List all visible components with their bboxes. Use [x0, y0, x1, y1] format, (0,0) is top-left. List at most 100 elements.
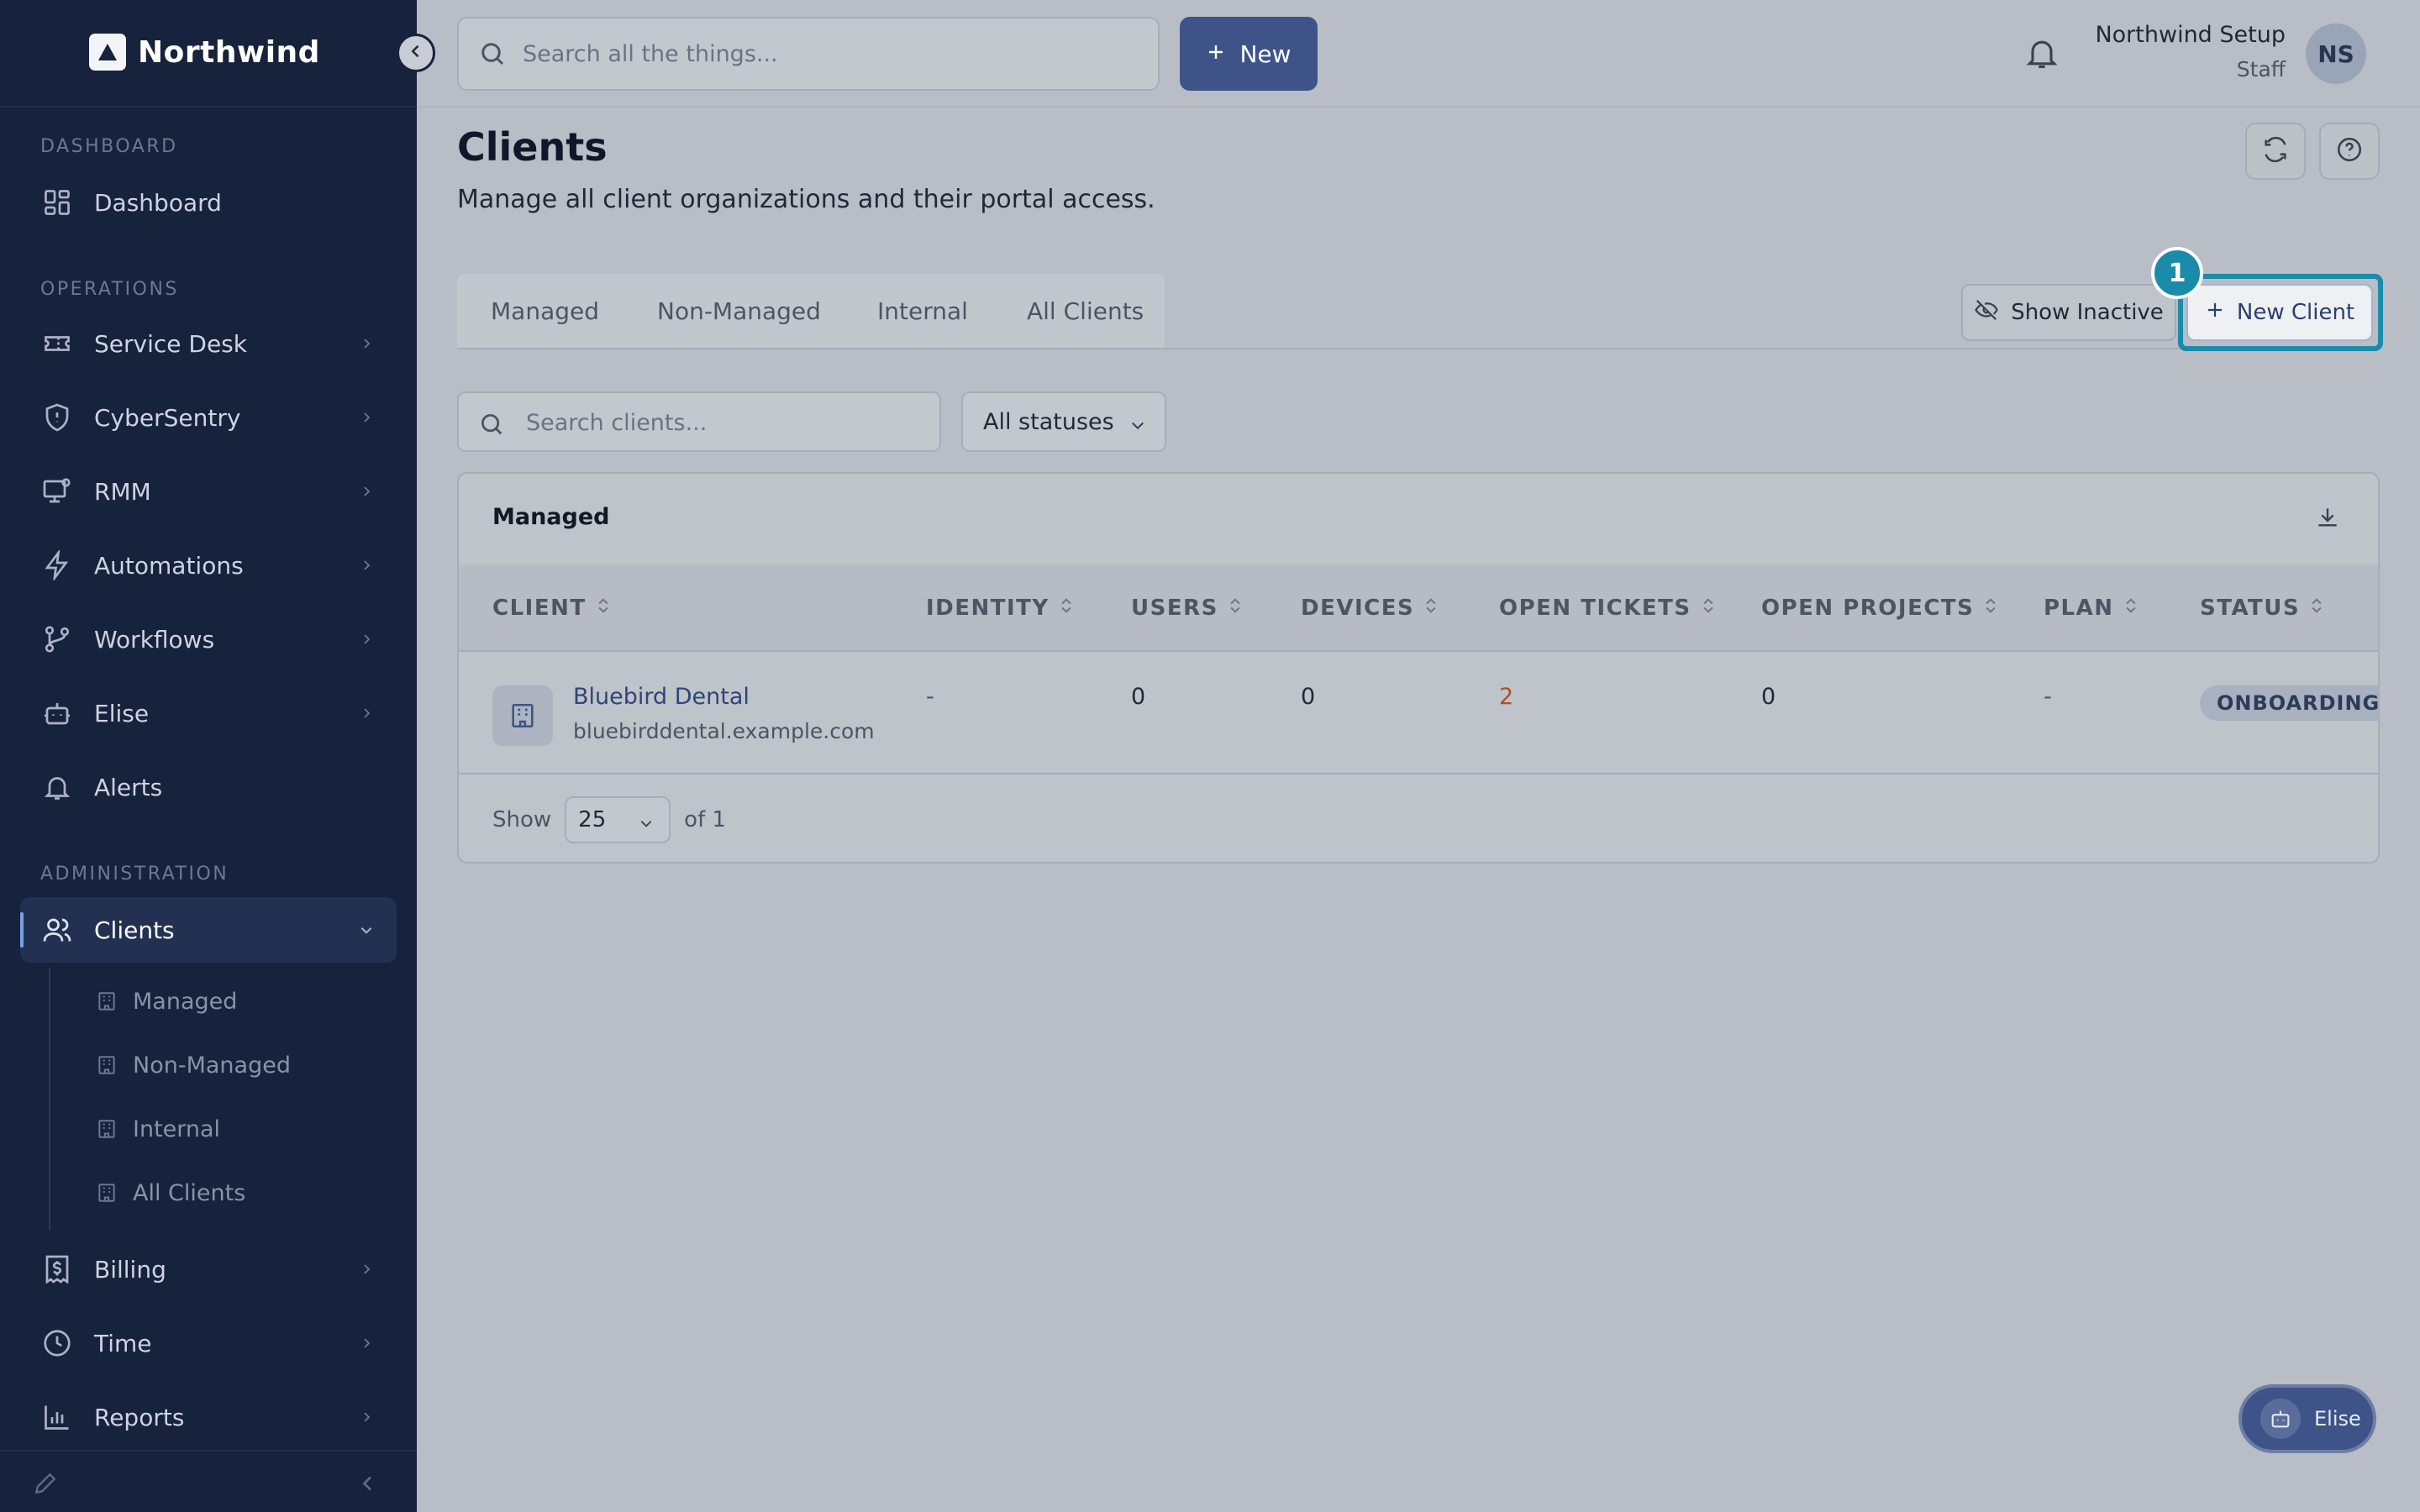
- column-header-devices[interactable]: DEVICES: [1301, 564, 1438, 652]
- refresh-button[interactable]: [2245, 123, 2306, 180]
- sidebar-item-label: Reports: [94, 1403, 185, 1431]
- git-branch-icon: [40, 622, 74, 656]
- sidebar-subitem-all-clients[interactable]: All Clients: [94, 1168, 245, 1218]
- brand[interactable]: Northwind: [89, 34, 320, 71]
- submenu-guide-line: [49, 968, 50, 1230]
- bar-chart-icon: [40, 1400, 74, 1434]
- column-label: STATUS: [2200, 596, 2301, 621]
- sidebar-item-time[interactable]: Time: [20, 1310, 397, 1376]
- client-search[interactable]: [457, 391, 941, 452]
- column-header-status[interactable]: STATUS: [2200, 564, 2323, 652]
- chevron-right-icon: [356, 1259, 376, 1279]
- search-icon: [477, 410, 506, 442]
- sidebar-subitem-non-managed[interactable]: Non-Managed: [94, 1040, 291, 1090]
- page-size-select[interactable]: 25: [565, 796, 671, 843]
- sidebar-item-alerts[interactable]: Alerts: [20, 754, 397, 820]
- sidebar-subitem-label: Managed: [133, 988, 238, 1015]
- tab-all-clients[interactable]: All Clients: [1027, 274, 1144, 348]
- monitor-icon: [40, 475, 74, 508]
- sidebar-item-rmm[interactable]: RMM: [20, 459, 397, 524]
- column-header-users[interactable]: USERS: [1131, 564, 1242, 652]
- column-header-open-tickets[interactable]: OPEN TICKETS: [1499, 564, 1715, 652]
- chevron-right-icon: [356, 1333, 376, 1353]
- sort-icon: [597, 596, 610, 621]
- bell-icon: [40, 770, 74, 804]
- collapse-sidebar-icon[interactable]: [358, 1473, 378, 1497]
- sidebar-item-label: Elise: [94, 699, 150, 727]
- sidebar-item-cybersentry[interactable]: CyberSentry: [20, 385, 397, 450]
- column-label: OPEN PROJECTS: [1761, 596, 1975, 621]
- new-client-button[interactable]: New Client: [2186, 284, 2373, 341]
- client-search-input[interactable]: [526, 407, 921, 438]
- sidebar-item-elise[interactable]: Elise: [20, 680, 397, 746]
- sidebar-item-reports[interactable]: Reports: [20, 1384, 397, 1450]
- client-name-link[interactable]: Bluebird Dental: [573, 684, 750, 710]
- refresh-icon: [2261, 135, 2290, 167]
- pencil-icon[interactable]: [32, 1470, 59, 1500]
- northwind-logo-icon: [89, 34, 126, 71]
- tab-non-managed[interactable]: Non-Managed: [657, 274, 821, 348]
- page-size-value: 25: [578, 807, 607, 832]
- column-label: OPEN TICKETS: [1499, 596, 1691, 621]
- status-badge: ONBOARDING: [2200, 685, 2378, 721]
- show-inactive-button[interactable]: Show Inactive: [1961, 284, 2176, 341]
- sidebar-item-label: Automations: [94, 551, 244, 580]
- tab-internal[interactable]: Internal: [877, 274, 968, 348]
- global-search[interactable]: [457, 17, 1160, 91]
- sidebar-item-clients[interactable]: Clients: [20, 897, 397, 963]
- tab-managed[interactable]: Managed: [491, 274, 599, 348]
- sidebar-item-dashboard[interactable]: Dashboard: [20, 170, 397, 235]
- sidebar-item-label: Workflows: [94, 625, 215, 654]
- elise-assistant-button[interactable]: Elise: [2238, 1384, 2376, 1453]
- sidebar-item-billing[interactable]: Billing: [20, 1236, 397, 1302]
- clients-table-card: Managed CLIENT IDENTITY USERS DEVICES OP…: [457, 472, 2380, 864]
- column-header-plan[interactable]: PLAN: [2044, 564, 2138, 652]
- column-header-open-projects[interactable]: OPEN PROJECTS: [1761, 564, 1997, 652]
- shield-icon: [40, 401, 74, 434]
- pagination: Show 25 of 1: [492, 796, 726, 843]
- sort-icon: [2310, 596, 2323, 621]
- lightning-icon: [40, 549, 74, 582]
- help-button[interactable]: [2319, 123, 2380, 180]
- eye-off-icon: [1974, 297, 1999, 328]
- robot-icon: [40, 696, 74, 730]
- new-button-label: New: [1239, 39, 1292, 68]
- chevron-right-icon: [356, 333, 376, 354]
- sidebar-subitem-managed[interactable]: Managed: [94, 976, 237, 1026]
- notifications-bell-icon[interactable]: [2023, 34, 2060, 76]
- user-name: Northwind Setup: [2095, 22, 2286, 48]
- cell-open-tickets[interactable]: 2: [1499, 684, 1513, 710]
- column-header-client[interactable]: CLIENT: [492, 564, 610, 652]
- status-filter-select[interactable]: All statuses: [961, 391, 1166, 452]
- sidebar-item-label: Alerts: [94, 773, 163, 801]
- sidebar-subitem-internal[interactable]: Internal: [94, 1104, 220, 1154]
- avatar[interactable]: NS: [2306, 24, 2366, 84]
- sidebar-subitem-label: All Clients: [133, 1179, 246, 1206]
- sidebar-item-automations[interactable]: Automations: [20, 533, 397, 598]
- column-label: IDENTITY: [926, 596, 1050, 621]
- chevron-right-icon: [356, 703, 376, 723]
- topbar: New Northwind Setup Staff NS: [417, 0, 2420, 108]
- column-header-identity[interactable]: IDENTITY: [926, 564, 1073, 652]
- chevron-right-icon: [356, 629, 376, 649]
- sidebar-item-label: Clients: [94, 916, 175, 944]
- section-label-administration: ADMINISTRATION: [40, 864, 229, 885]
- robot-icon: [2260, 1399, 2301, 1439]
- cell-open-projects: 0: [1761, 684, 1776, 710]
- table-row[interactable]: Bluebird Dental bluebirddental.example.c…: [459, 652, 2378, 774]
- sidebar-item-workflows[interactable]: Workflows: [20, 606, 397, 672]
- sidebar-item-service-desk[interactable]: Service Desk: [20, 311, 397, 376]
- show-inactive-label: Show Inactive: [2011, 300, 2164, 325]
- sidebar-item-label: CyberSentry: [94, 403, 241, 432]
- global-search-input[interactable]: [523, 35, 1128, 72]
- new-button[interactable]: New: [1180, 17, 1318, 91]
- sidebar-item-label: Time: [94, 1329, 152, 1357]
- sidebar-toggle-button[interactable]: [397, 34, 435, 72]
- pager-of-label: of 1: [684, 807, 727, 832]
- download-icon[interactable]: [2314, 504, 2341, 534]
- sidebar: Northwind DASHBOARD Dashboard OPERATIONS…: [0, 0, 417, 1512]
- sort-icon: [1702, 596, 1715, 621]
- sort-icon: [1424, 596, 1438, 621]
- chevron-right-icon: [356, 481, 376, 501]
- sidebar-item-label: RMM: [94, 477, 151, 506]
